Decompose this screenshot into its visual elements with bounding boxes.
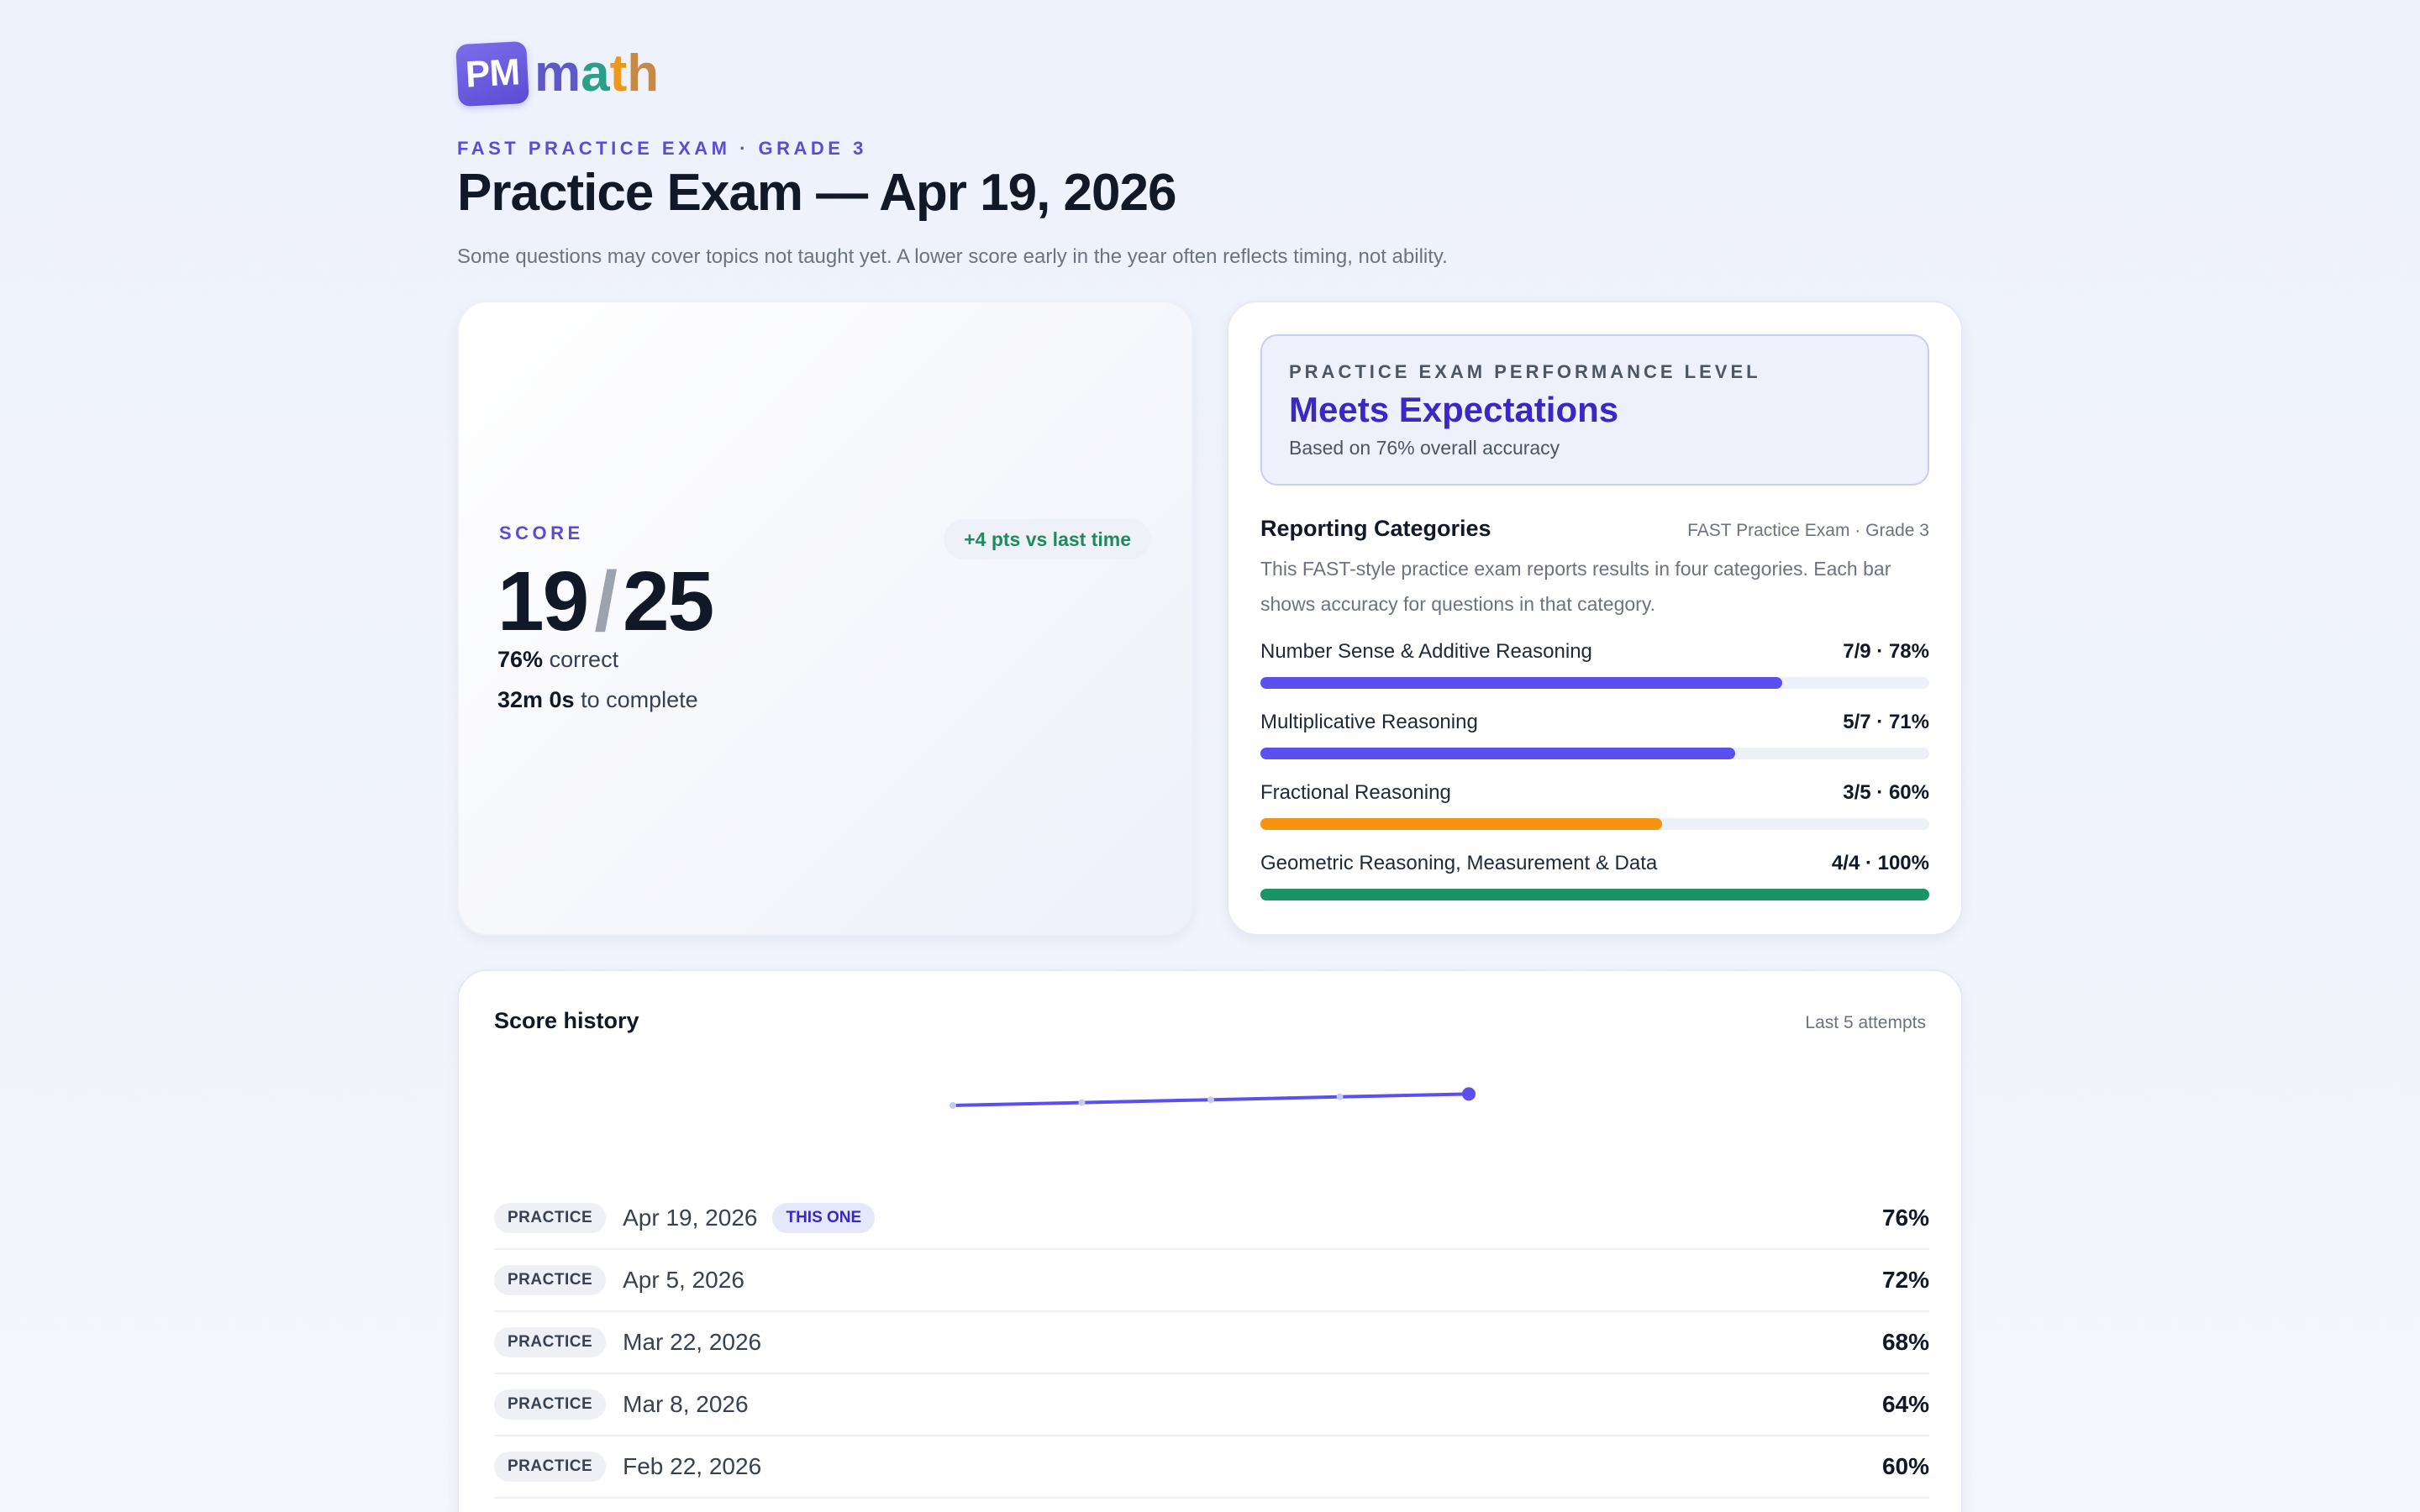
category-number-sense: Number Sense & Additive Reasoning 7/9 · … (1260, 640, 1929, 690)
attempt-type-badge: PRACTICE (494, 1327, 607, 1357)
category-bar-track (1260, 677, 1929, 689)
attempt-type-badge: PRACTICE (494, 1265, 607, 1295)
attempt-date: Mar 8, 2026 (623, 1391, 749, 1417)
history-row[interactable]: PRACTICE Apr 5, 2026 72% (494, 1250, 1929, 1312)
attempt-type-badge: PRACTICE (494, 1203, 607, 1233)
attempt-score: 68% (1881, 1329, 1929, 1355)
score-trend-point (1207, 1096, 1214, 1104)
score-time-suffix: to complete (581, 687, 698, 712)
history-row[interactable]: PRACTICE Mar 8, 2026 64% (494, 1374, 1929, 1436)
score-card: SCORE +4 pts vs last time 19/25 (457, 301, 1193, 936)
score-percent-line: 76% correct (497, 647, 618, 673)
score-correct: 19 (497, 554, 589, 648)
attempt-type-badge: PRACTICE (494, 1389, 607, 1420)
score-value: 19/25 (497, 551, 714, 652)
history-row[interactable]: PRACTICE Apr 19, 2026 THIS ONE 76% (494, 1188, 1929, 1250)
category-value: 3/5 · 60% (1843, 781, 1929, 804)
category-bar-track (1260, 889, 1929, 900)
category-name: Number Sense & Additive Reasoning (1260, 640, 1592, 663)
category-bar-fill (1260, 748, 1736, 759)
score-trend-point (1078, 1099, 1086, 1106)
score-percent: 76% (497, 647, 544, 672)
score-slash: / (594, 554, 618, 648)
category-value: 5/7 · 71% (1843, 711, 1929, 733)
page-title: Practice Exam — Apr 19, 2026 (457, 164, 1176, 222)
attempt-date: Mar 22, 2026 (623, 1329, 762, 1355)
score-delta-badge: +4 pts vs last time (944, 519, 1151, 559)
reporting-categories-title: Reporting Categories (1260, 516, 1491, 541)
exam-eyebrow: FAST PRACTICE EXAM · GRADE 3 (457, 138, 867, 159)
score-time-line: 32m 0s to complete (497, 687, 698, 713)
score-percent-suffix: correct (549, 647, 619, 672)
category-value: 7/9 · 78% (1843, 640, 1929, 663)
attempt-score: 64% (1881, 1391, 1929, 1417)
attempt-date: Apr 19, 2026 (623, 1205, 758, 1231)
logo-badge: PM (455, 40, 529, 108)
score-time: 32m 0s (497, 687, 575, 712)
score-trend-point (1336, 1093, 1344, 1100)
category-fractional: Fractional Reasoning 3/5 · 60% (1260, 781, 1929, 832)
attempt-date: Apr 5, 2026 (623, 1267, 744, 1293)
category-multiplicative: Multiplicative Reasoning 5/7 · 71% (1260, 711, 1929, 761)
performance-card: PRACTICE EXAM PERFORMANCE LEVEL Meets Ex… (1227, 301, 1963, 936)
category-value: 4/4 · 100% (1831, 852, 1929, 874)
category-bar-track (1260, 748, 1929, 759)
score-history-card: Score history Last 5 attempts PRACTICE A… (457, 969, 1963, 1512)
current-attempt-badge: THIS ONE (772, 1203, 876, 1233)
score-trend-point (950, 1102, 956, 1109)
category-name: Multiplicative Reasoning (1260, 711, 1478, 733)
pm-math-logo[interactable]: PM math (455, 40, 660, 108)
performance-basis: Based on 76% overall accuracy (1289, 437, 1560, 459)
category-bar-fill (1260, 889, 1929, 900)
history-row[interactable]: PRACTICE Feb 22, 2026 60% (494, 1436, 1929, 1499)
attempt-type-badge: PRACTICE (494, 1452, 607, 1482)
attempt-score: 72% (1881, 1267, 1929, 1293)
reporting-categories-meta: FAST Practice Exam · Grade 3 (1687, 521, 1929, 540)
category-name: Geometric Reasoning, Measurement & Data (1260, 852, 1658, 874)
category-name: Fractional Reasoning (1260, 781, 1451, 804)
category-bar-fill (1260, 818, 1662, 830)
attempt-score: 60% (1881, 1453, 1929, 1479)
category-bar-track (1260, 818, 1929, 830)
score-total: 25 (623, 554, 714, 648)
performance-eyebrow: PRACTICE EXAM PERFORMANCE LEVEL (1289, 361, 1761, 382)
history-row[interactable]: PRACTICE Mar 22, 2026 68% (494, 1312, 1929, 1374)
score-history-sparkline (950, 1087, 1476, 1109)
score-label: SCORE (499, 522, 584, 543)
page-subtitle: Some questions may cover topics not taug… (457, 245, 1448, 268)
performance-level: Meets Expectations (1289, 390, 1619, 429)
attempt-score: 76% (1881, 1205, 1929, 1231)
logo-wordmark: math (534, 45, 660, 102)
performance-level-box: PRACTICE EXAM PERFORMANCE LEVEL Meets Ex… (1260, 334, 1929, 486)
category-bar-fill (1260, 677, 1782, 689)
attempt-date: Feb 22, 2026 (623, 1453, 762, 1479)
category-geometric: Geometric Reasoning, Measurement & Data … (1260, 852, 1929, 902)
score-trend-point (1462, 1087, 1476, 1101)
reporting-categories-description: This FAST-style practice exam reports re… (1260, 558, 1891, 615)
